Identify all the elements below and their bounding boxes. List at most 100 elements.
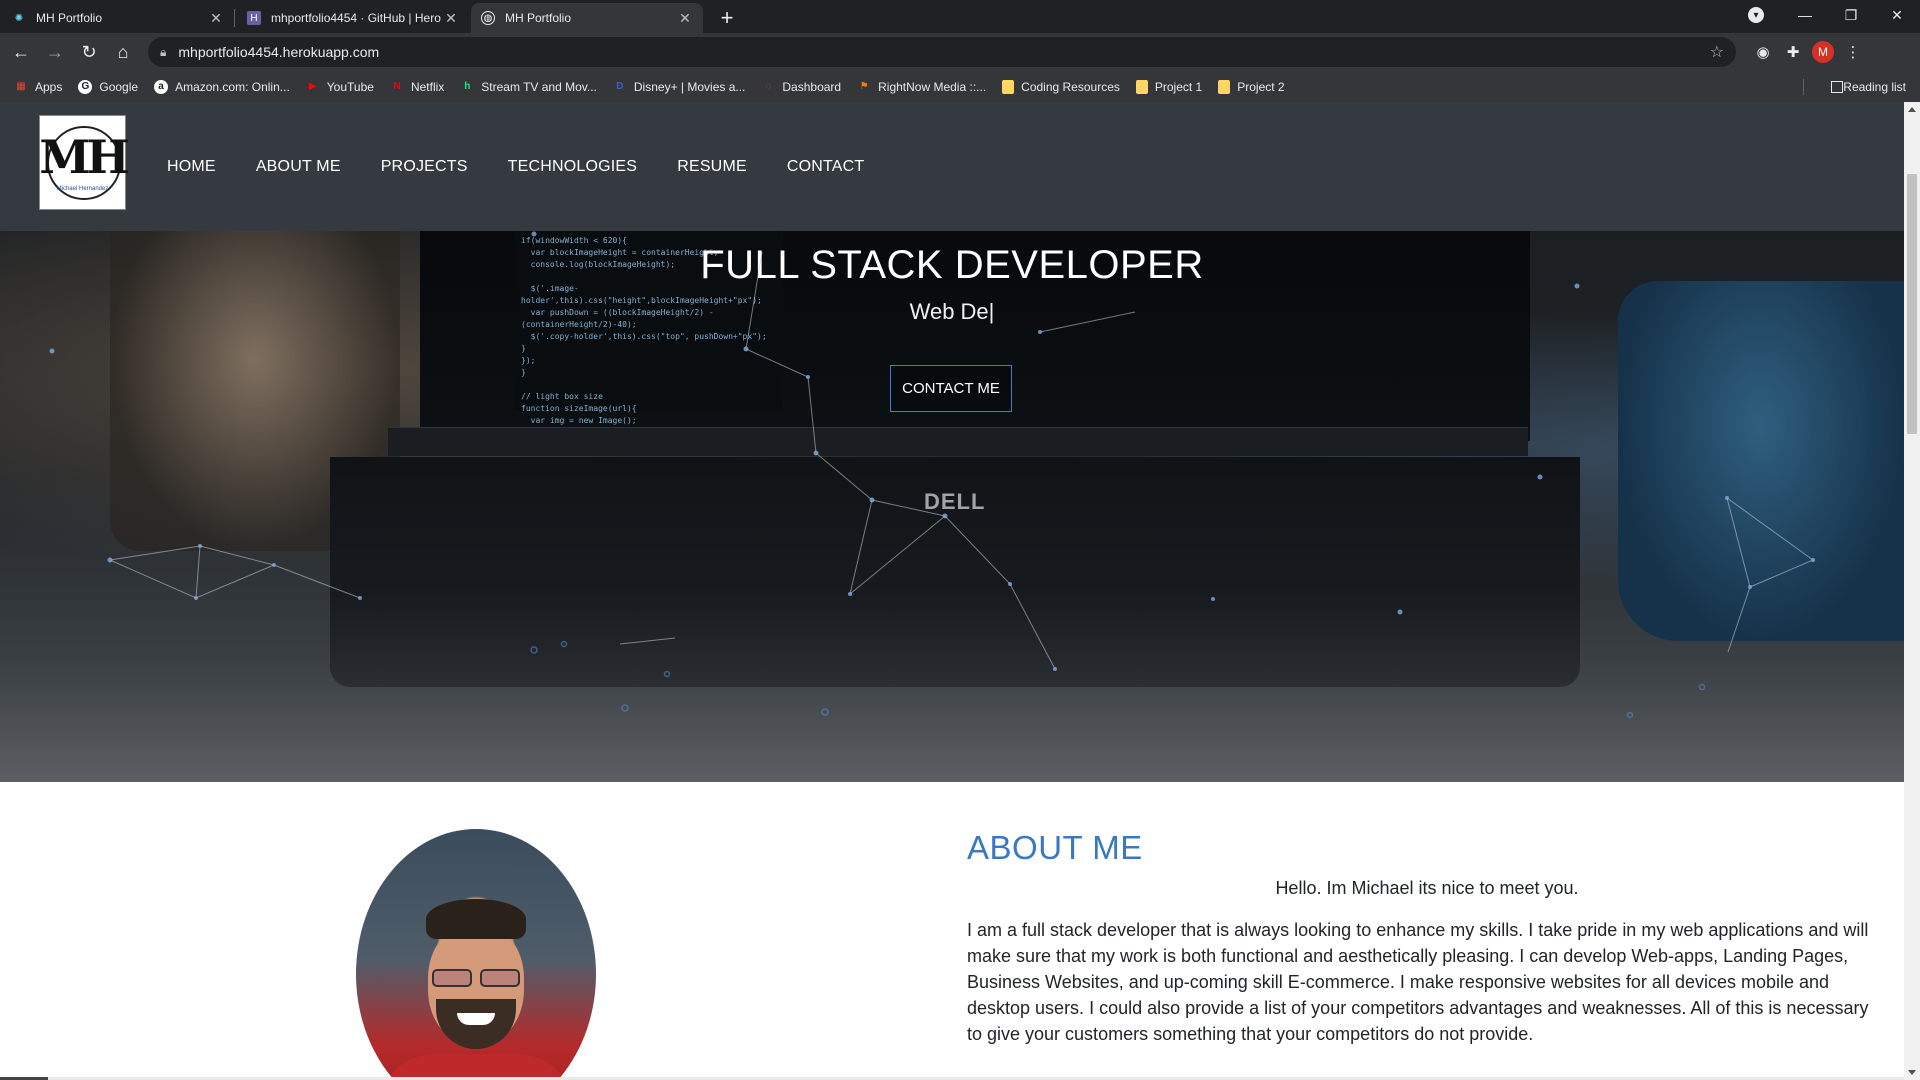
photo-smile	[457, 1013, 495, 1025]
react-icon: ✺	[14, 12, 24, 24]
bookmark-item[interactable]: N Netflix	[382, 74, 452, 100]
tab-github-heroku[interactable]: H mhportfolio4454 · GitHub | Hero ✕	[237, 3, 469, 33]
bookmark-item[interactable]: Project 2	[1210, 74, 1292, 100]
bookmark-star-icon[interactable]: ☆	[1710, 42, 1724, 62]
photo-glasses	[432, 969, 520, 987]
tab-title: MH Portfolio	[505, 11, 572, 25]
puzzle-extensions-icon[interactable]: ✚	[1778, 37, 1808, 67]
minimize-icon[interactable]: —	[1782, 7, 1828, 23]
globe-icon: ◍	[481, 11, 495, 25]
hulu-icon: h	[464, 81, 471, 92]
tab-title: MH Portfolio	[36, 11, 103, 25]
hero-bg-taskbar	[388, 427, 1528, 456]
profile-avatar[interactable]: M	[1812, 41, 1834, 63]
bookmark-label: Stream TV and Mov...	[481, 79, 597, 94]
bookmark-item[interactable]: Project 1	[1128, 74, 1210, 100]
scroll-down-arrow-icon[interactable]	[1908, 1070, 1916, 1075]
contact-me-button[interactable]: CONTACT ME	[890, 365, 1012, 412]
folder-icon	[1218, 79, 1231, 94]
amazon-icon: a	[154, 79, 169, 94]
address-bar[interactable]: 🔒︎ mhportfolio4454.herokuapp.com ☆	[148, 37, 1736, 67]
disney-icon: D	[616, 81, 624, 92]
page-viewport: MH Michael Hernandez HOME ABOUT ME PROJE…	[0, 102, 1904, 1080]
lock-icon[interactable]: 🔒︎	[160, 45, 166, 60]
photo-hair	[426, 899, 526, 939]
bookmark-label: YouTube	[326, 79, 374, 94]
reading-list-button[interactable]: Reading list	[1831, 71, 1906, 102]
page-scrollbar[interactable]	[1904, 102, 1920, 1080]
hero-title: FULL STACK DEVELOPER	[700, 243, 1204, 287]
tab-search-icon[interactable]: ▾	[1748, 7, 1764, 23]
bookmark-label: Apps	[35, 79, 63, 94]
bookmark-label: Project 2	[1237, 79, 1285, 94]
bookmark-label: Project 1	[1154, 79, 1203, 94]
bookmark-item[interactable]: D Disney+ | Movies a...	[605, 74, 754, 100]
site-logo[interactable]: MH Michael Hernandez	[39, 115, 130, 210]
bookmark-label: Disney+ | Movies a...	[633, 79, 746, 94]
about-heading: ABOUT ME	[967, 829, 1143, 866]
bookmark-label: RightNow Media ::...	[878, 79, 987, 94]
close-icon[interactable]: ✕	[677, 10, 693, 27]
bookmark-item[interactable]: ⚑ RightNow Media ::...	[849, 74, 994, 100]
nav-contact[interactable]: CONTACT	[787, 158, 865, 176]
nav-projects[interactable]: PROJECTS	[381, 158, 468, 176]
url-text[interactable]: mhportfolio4454.herokuapp.com	[178, 44, 1709, 60]
tab-mh-portfolio-1[interactable]: ✺ MH Portfolio ✕	[2, 3, 234, 33]
bookmark-item[interactable]: a Amazon.com: Onlin...	[146, 74, 298, 100]
bookmark-item[interactable]: ▦ Apps	[6, 74, 70, 100]
forward-arrow-icon[interactable]: →	[38, 35, 72, 69]
extension-icon[interactable]: ◉	[1748, 37, 1778, 67]
reading-list-icon	[1831, 80, 1844, 93]
folder-icon	[1135, 79, 1148, 94]
bookmark-item[interactable]: ▶ YouTube	[298, 74, 382, 100]
bookmark-item[interactable]: G Google	[70, 74, 146, 100]
home-icon[interactable]: ⌂	[106, 35, 140, 69]
tab-title: mhportfolio4454 · GitHub | Hero	[271, 11, 441, 25]
bookmark-item[interactable]: Coding Resources	[994, 74, 1128, 100]
dashboard-icon: ◌	[765, 81, 772, 92]
netflix-icon: N	[393, 81, 401, 92]
folder-icon	[1002, 79, 1015, 94]
nav-resume[interactable]: RESUME	[677, 158, 747, 176]
logo-caption: Michael Hernandez	[56, 185, 109, 192]
glasses-lens-left	[432, 969, 472, 987]
about-greeting: Hello. Im Michael its nice to meet you.	[1275, 878, 1579, 898]
nav-about-me[interactable]: ABOUT ME	[256, 158, 341, 176]
kebab-menu-icon[interactable]: ⋮	[1838, 37, 1868, 67]
hero-typed-subtitle: Web De|	[909, 299, 995, 324]
bookmark-item[interactable]: ◌ Dashboard	[753, 74, 849, 100]
apps-grid-icon: ▦	[16, 81, 26, 92]
laptop-brand-logo: DELL	[924, 489, 986, 514]
tab-separator	[234, 9, 235, 27]
nav-home[interactable]: HOME	[167, 158, 216, 176]
browser-toolbar: ← → ↻ ⌂ 🔒︎ mhportfolio4454.herokuapp.com…	[0, 33, 1920, 71]
bookmark-label: Dashboard	[782, 79, 842, 94]
youtube-icon: ▶	[308, 81, 317, 92]
about-body: I am a full stack developer that is alwa…	[967, 920, 1869, 1044]
restore-icon[interactable]: ❐	[1828, 7, 1874, 24]
profile-photo	[356, 829, 596, 1080]
bookmarks-bar: ▦ Apps G Google a Amazon.com: Onlin... ▶ YouTub…	[0, 71, 1920, 102]
scrollbar-thumb[interactable]	[1907, 174, 1917, 434]
window-controls: ▾ — ❐ ✕	[1748, 0, 1920, 30]
close-icon[interactable]: ✕	[443, 10, 459, 27]
glasses-lens-right	[480, 969, 520, 987]
bookmark-label: Netflix	[410, 79, 445, 94]
nav-technologies[interactable]: TECHNOLOGIES	[508, 158, 638, 176]
hero-section: if(windowWidth < 620){ var blockImageHei…	[0, 231, 1904, 782]
logo-monogram: MH	[39, 129, 129, 184]
window-close-icon[interactable]: ✕	[1874, 7, 1920, 24]
scroll-up-arrow-icon[interactable]	[1908, 107, 1916, 112]
tab-mh-portfolio-active[interactable]: ◍ MH Portfolio ✕	[471, 3, 703, 33]
back-arrow-icon[interactable]: ←	[4, 35, 38, 69]
reload-icon[interactable]: ↻	[72, 35, 106, 69]
site-navbar: MH Michael Hernandez HOME ABOUT ME PROJE…	[0, 102, 1904, 231]
bookmark-label: Coding Resources	[1021, 79, 1120, 94]
bookmark-item[interactable]: h Stream TV and Mov...	[452, 74, 605, 100]
site-menu: HOME ABOUT ME PROJECTS TECHNOLOGIES RESU…	[167, 102, 904, 231]
close-icon[interactable]: ✕	[208, 10, 224, 27]
heroku-icon: H	[247, 11, 261, 25]
new-tab-plus-icon[interactable]: +	[713, 4, 741, 32]
hero-bg-mug	[1618, 281, 1904, 641]
google-icon: G	[78, 79, 93, 94]
